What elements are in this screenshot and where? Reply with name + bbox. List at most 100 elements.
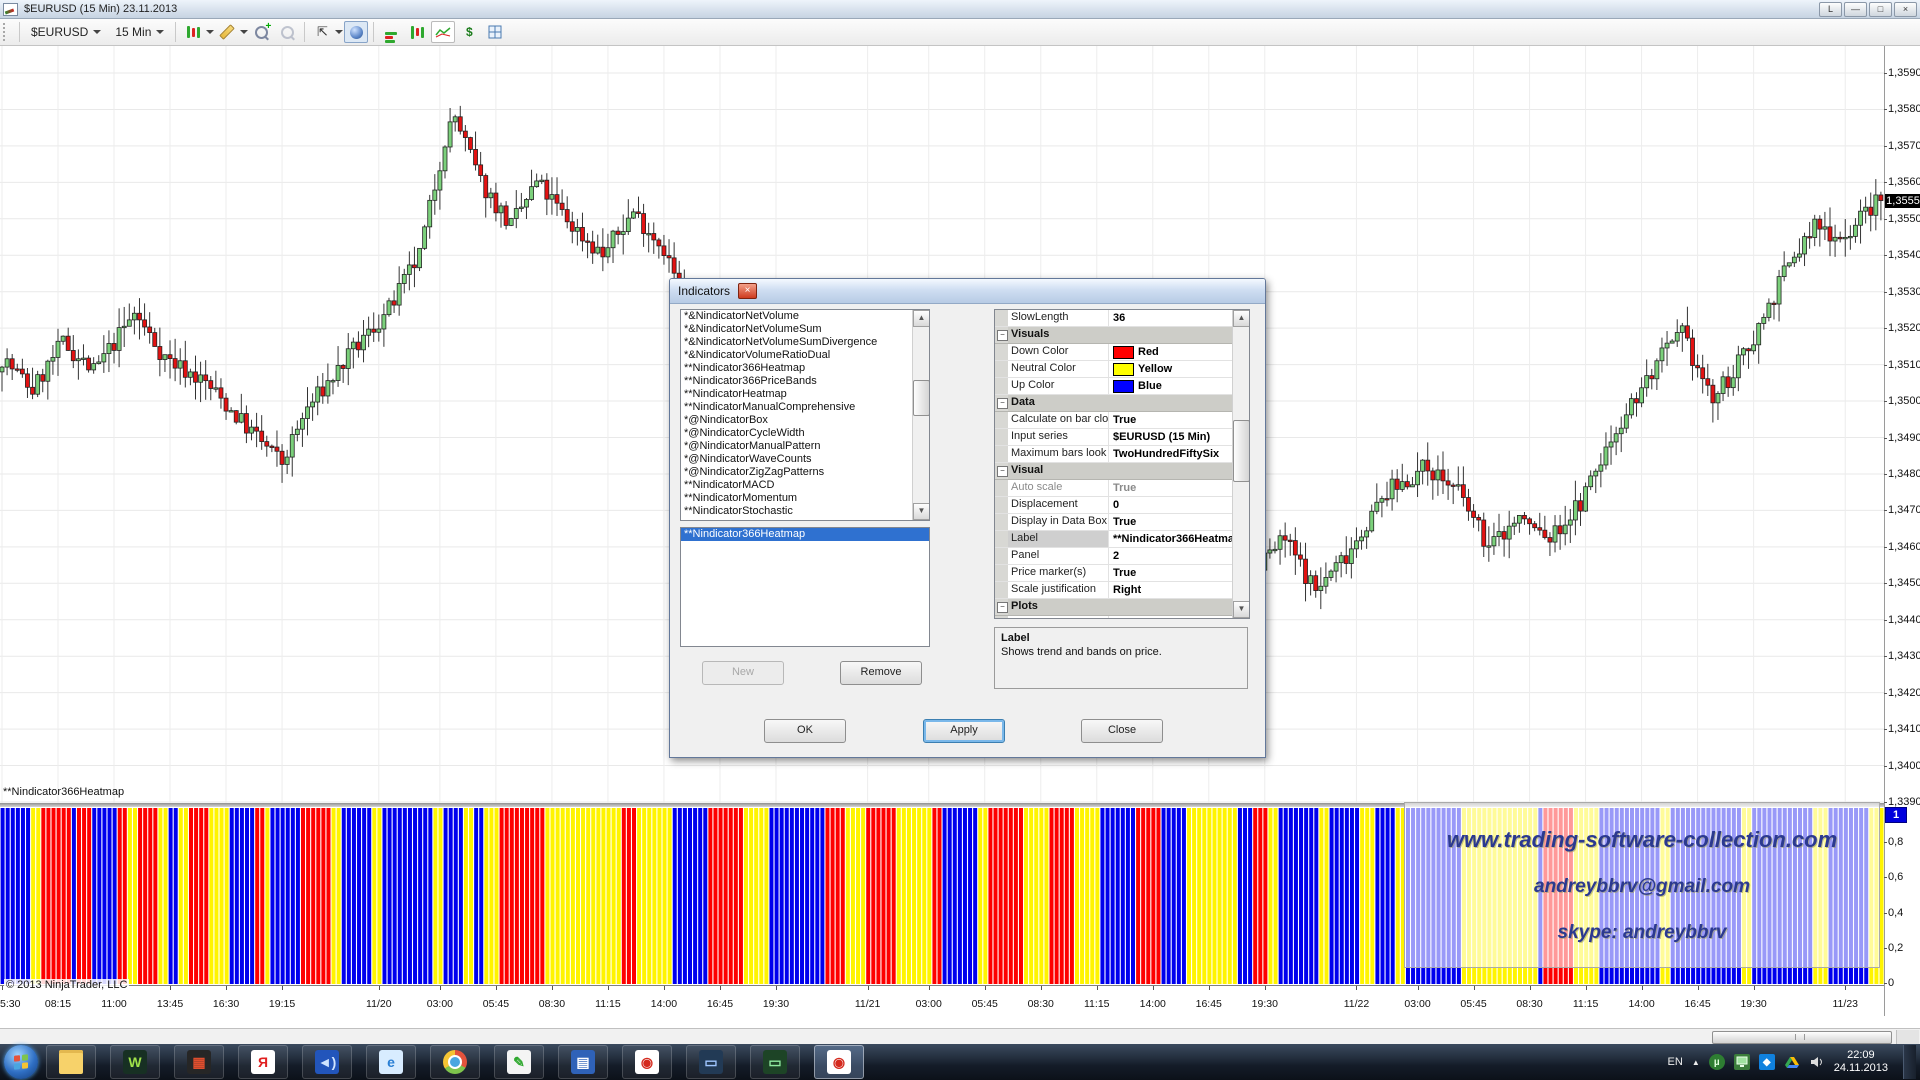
taskbar-ninjatrader-active-icon[interactable]: ◉ bbox=[814, 1045, 864, 1079]
property-row[interactable]: −Visual bbox=[995, 463, 1233, 480]
zoom-in-icon[interactable]: + bbox=[249, 21, 273, 43]
tray-expand-icon[interactable]: ▲ bbox=[1692, 1058, 1700, 1067]
indicator-list-item[interactable]: **NindicatorMACD bbox=[681, 479, 913, 492]
property-row[interactable]: Up ColorBlue bbox=[995, 378, 1233, 395]
scroll-up-icon[interactable]: ▲ bbox=[1233, 310, 1250, 327]
interval-dropdown[interactable]: 15 Min bbox=[108, 22, 171, 42]
remove-button[interactable]: Remove bbox=[840, 661, 922, 685]
property-value[interactable]: True bbox=[1109, 412, 1233, 428]
indicator-list-item[interactable]: **NindicatorHeatmap bbox=[681, 388, 913, 401]
property-grid[interactable]: ▲ ▼ SlowLength36−VisualsDown ColorRedNeu… bbox=[994, 309, 1250, 619]
property-row[interactable]: −Visuals bbox=[995, 327, 1233, 344]
taskbar-chart-app-icon[interactable]: ▦ bbox=[174, 1045, 224, 1079]
taskbar-folder-icon[interactable] bbox=[46, 1045, 96, 1079]
property-value[interactable]: **Nindicator366Heatmap bbox=[1109, 531, 1233, 547]
property-row[interactable]: Displacement0 bbox=[995, 497, 1233, 514]
new-button[interactable]: New bbox=[702, 661, 784, 685]
property-row[interactable]: Display in Data BoxTrue bbox=[995, 514, 1233, 531]
dialog-titlebar[interactable]: Indicators × bbox=[670, 279, 1265, 304]
taskbar-save-icon[interactable]: ▤ bbox=[558, 1045, 608, 1079]
scroll-up-icon[interactable]: ▲ bbox=[913, 310, 930, 327]
indicator-list-item[interactable]: *@NindicatorZigZagPatterns bbox=[681, 466, 913, 479]
chart-style-icon[interactable] bbox=[181, 21, 205, 43]
property-value[interactable]: Yellow bbox=[1109, 361, 1233, 377]
network-tray-icon[interactable] bbox=[1734, 1054, 1750, 1070]
indicator-list-item[interactable]: *@NindicatorBox bbox=[681, 414, 913, 427]
property-value[interactable]: 0 bbox=[1109, 497, 1233, 513]
property-value[interactable]: $EURUSD (15 Min) bbox=[1109, 429, 1233, 445]
dropbox-tray-icon[interactable]: ◆ bbox=[1759, 1054, 1775, 1070]
indicator-list-item[interactable]: **NindicatorManualComprehensive bbox=[681, 401, 913, 414]
property-row[interactable]: Price marker(s)True bbox=[995, 565, 1233, 582]
indicator-list-item[interactable]: *&NindicatorNetVolumeSumDivergence bbox=[681, 336, 913, 349]
property-value[interactable]: TwoHundredFiftySix bbox=[1109, 446, 1233, 462]
indicator-list-item[interactable]: **Nindicator366PriceBands bbox=[681, 375, 913, 388]
restore-button[interactable]: □ bbox=[1869, 2, 1892, 17]
indicator-list-item[interactable]: **NindicatorMomentum bbox=[681, 492, 913, 505]
language-indicator[interactable]: EN bbox=[1668, 1056, 1683, 1068]
collapse-icon[interactable]: − bbox=[997, 330, 1008, 341]
chevron-down-icon[interactable] bbox=[206, 30, 214, 34]
horizontal-scrollbar[interactable] bbox=[0, 1028, 1920, 1045]
taskbar-monitor-green-icon[interactable]: ▭ bbox=[750, 1045, 800, 1079]
ok-button[interactable]: OK bbox=[764, 719, 846, 743]
indicator-list-item[interactable]: **Nindicator366Heatmap bbox=[681, 362, 913, 375]
close-dialog-button[interactable]: Close bbox=[1081, 719, 1163, 743]
instrument-dropdown[interactable]: $EURUSD bbox=[24, 22, 108, 42]
scrollbar-thumb[interactable] bbox=[913, 380, 930, 416]
taskbar-player-icon[interactable]: ◄) bbox=[302, 1045, 352, 1079]
property-row[interactable]: Neutral ColorYellow bbox=[995, 361, 1233, 378]
data-box-icon[interactable] bbox=[344, 21, 368, 43]
utorrent-tray-icon[interactable]: µ bbox=[1709, 1054, 1725, 1070]
property-row[interactable]: Panel2 bbox=[995, 548, 1233, 565]
available-indicators-list[interactable]: ▲ ▼ *&NindicatorNetVolume*&NindicatorNet… bbox=[680, 309, 930, 521]
account-dollar-icon[interactable]: $ bbox=[457, 21, 481, 43]
taskbar-green-w-icon[interactable]: W bbox=[110, 1045, 160, 1079]
toolbar-grip[interactable] bbox=[3, 23, 12, 41]
chevron-down-icon[interactable] bbox=[335, 30, 343, 34]
property-value[interactable]: True bbox=[1109, 565, 1233, 581]
taskbar-monitor-blue-icon[interactable]: ▭ bbox=[686, 1045, 736, 1079]
scrollbar-thumb[interactable] bbox=[1712, 1031, 1892, 1044]
chevron-down-icon[interactable] bbox=[240, 30, 248, 34]
property-value[interactable]: Right bbox=[1109, 582, 1233, 598]
volume-tray-icon[interactable] bbox=[1809, 1054, 1825, 1070]
start-button[interactable] bbox=[4, 1045, 38, 1079]
grid-icon[interactable] bbox=[483, 21, 507, 43]
new-chart-icon[interactable] bbox=[405, 21, 429, 43]
property-value[interactable]: 2 bbox=[1109, 548, 1233, 564]
scroll-down-icon[interactable]: ▼ bbox=[913, 503, 930, 520]
zoom-out-icon[interactable] bbox=[275, 21, 299, 43]
taskbar-chrome-icon[interactable] bbox=[430, 1045, 480, 1079]
property-value[interactable]: True bbox=[1109, 514, 1233, 530]
minimize-button[interactable]: — bbox=[1844, 2, 1867, 17]
price-axis[interactable]: 1,35901,35801,35701,35601,35501,35401,35… bbox=[1884, 46, 1920, 1016]
close-button[interactable]: × bbox=[1894, 2, 1917, 17]
scroll-down-icon[interactable]: ▼ bbox=[1233, 601, 1250, 618]
property-value[interactable]: Red bbox=[1109, 344, 1233, 360]
collapse-icon[interactable]: − bbox=[997, 466, 1008, 477]
apply-button[interactable]: Apply bbox=[923, 719, 1005, 743]
applied-indicators-list[interactable]: **Nindicator366Heatmap bbox=[680, 527, 930, 647]
cursor-icon[interactable]: ⇱ bbox=[310, 21, 334, 43]
collapse-icon[interactable]: − bbox=[997, 602, 1008, 613]
property-row[interactable]: −Data bbox=[995, 395, 1233, 412]
scrollbar-thumb[interactable] bbox=[1233, 420, 1250, 482]
property-row[interactable]: Maximum bars look backTwoHundredFiftySix bbox=[995, 446, 1233, 463]
property-row[interactable]: Label**Nindicator366Heatmap bbox=[995, 531, 1233, 548]
dialog-close-icon[interactable]: × bbox=[738, 283, 757, 299]
taskbar-clock[interactable]: 22:09 24.11.2013 bbox=[1834, 1049, 1888, 1075]
link-button[interactable]: L bbox=[1819, 2, 1842, 17]
taskbar-yandex-icon[interactable]: Я bbox=[238, 1045, 288, 1079]
window-titlebar[interactable]: $EURUSD (15 Min) 23.11.2013 L — □ × bbox=[0, 0, 1920, 19]
property-row[interactable]: −Plots bbox=[995, 599, 1233, 616]
property-grid-scrollbar[interactable]: ▲ ▼ bbox=[1232, 310, 1249, 618]
resize-corner[interactable] bbox=[1896, 1030, 1919, 1044]
taskbar-editor-icon[interactable]: ✎ bbox=[494, 1045, 544, 1079]
property-row[interactable]: Input series$EURUSD (15 Min) bbox=[995, 429, 1233, 446]
property-value[interactable]: True bbox=[1109, 480, 1233, 496]
property-value[interactable]: 36 bbox=[1109, 310, 1233, 326]
property-row[interactable]: Calculate on bar closeTrue bbox=[995, 412, 1233, 429]
indicator-list-item[interactable]: *@NindicatorManualPattern bbox=[681, 440, 913, 453]
indicator-list-item[interactable]: *@NindicatorWaveCounts bbox=[681, 453, 913, 466]
